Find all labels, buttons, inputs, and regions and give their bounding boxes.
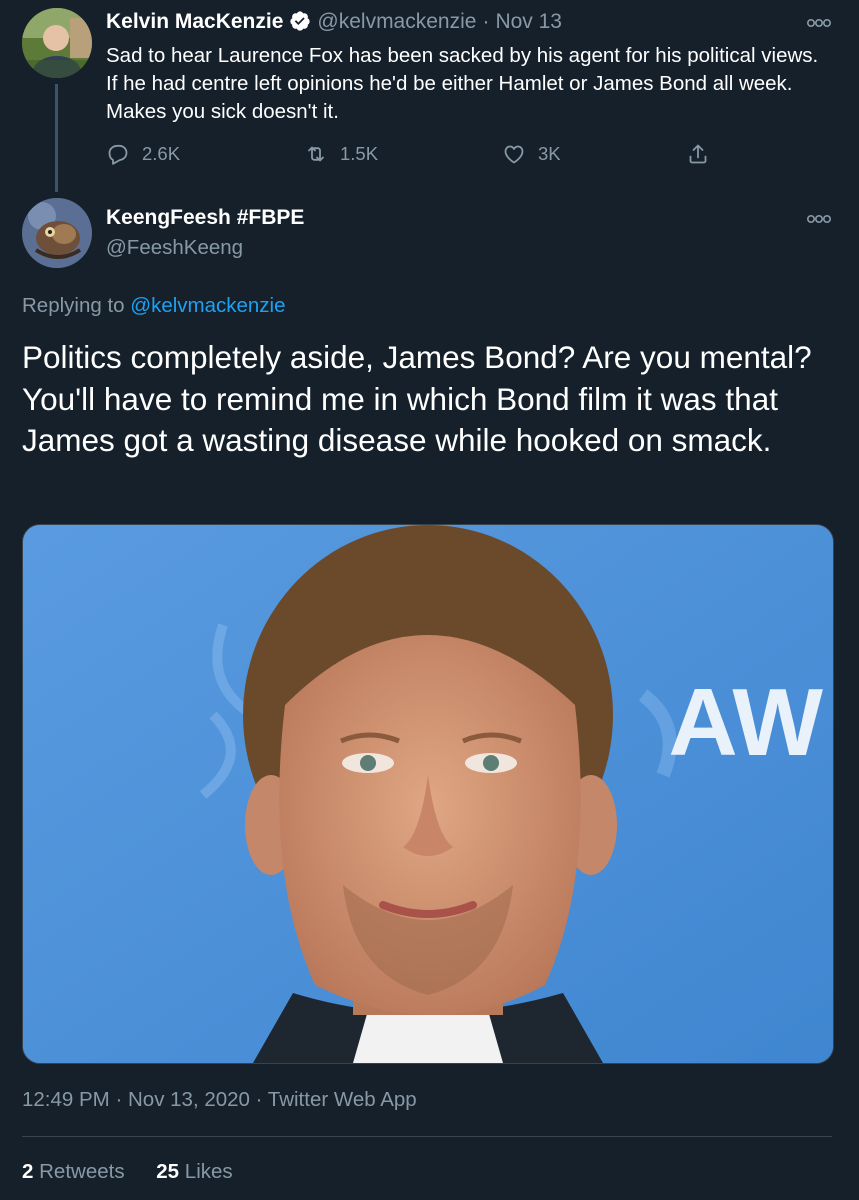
retweet-count: 1.5K xyxy=(340,143,379,164)
engagement-stats: 2 Retweets 25 Likes xyxy=(22,1160,233,1184)
retweets-label: Retweets xyxy=(39,1160,125,1183)
photo-portrait: AW xyxy=(23,525,833,1063)
reply-count: 2.6K xyxy=(142,143,181,164)
retweet-button[interactable]: 1.5K xyxy=(304,142,378,166)
tweet1-author-name[interactable]: Kelvin MacKenzie xyxy=(106,10,283,33)
verified-badge-icon xyxy=(290,11,311,31)
meta-separator: · xyxy=(115,1088,123,1111)
replying-to-prefix: Replying to xyxy=(22,294,131,317)
retweets-link[interactable]: 2 Retweets xyxy=(22,1160,125,1183)
reply-button[interactable]: 2.6K xyxy=(106,142,180,166)
photo-background-text: AW xyxy=(668,669,823,776)
tweet-photo[interactable]: AW xyxy=(22,524,834,1064)
retweets-count: 2 xyxy=(22,1160,34,1183)
avatar-image xyxy=(22,8,92,78)
like-button[interactable]: 3K xyxy=(502,142,561,166)
like-count: 3K xyxy=(538,143,561,164)
share-button[interactable] xyxy=(686,142,722,166)
replying-to-line: Replying to @kelvmackenzie xyxy=(22,294,286,318)
tweet-date[interactable]: Nov 13, 2020 xyxy=(128,1088,250,1111)
divider xyxy=(22,1136,832,1137)
tweet-time[interactable]: 12:49 PM xyxy=(22,1088,110,1111)
likes-link[interactable]: 25 Likes xyxy=(156,1160,232,1183)
reply-icon xyxy=(108,144,128,165)
tweet2-author-name[interactable]: KeengFeesh #FBPE xyxy=(106,206,304,230)
share-icon xyxy=(689,144,707,164)
tweet2-author-handle[interactable]: @FeeshKeeng xyxy=(106,236,243,260)
tweet1-text: Sad to hear Laurence Fox has been sacked… xyxy=(106,44,819,123)
avatar-kelvin-mackenzie[interactable] xyxy=(22,8,92,78)
meta-separator: · xyxy=(255,1088,263,1111)
likes-label: Likes xyxy=(184,1160,233,1183)
likes-count: 25 xyxy=(156,1160,180,1183)
tweet2-meta: 12:49 PM · Nov 13, 2020 · Twitter Web Ap… xyxy=(22,1088,417,1112)
avatar-keengfeesh[interactable] xyxy=(22,198,92,268)
thread-connector-line xyxy=(55,84,58,192)
avatar-image xyxy=(22,198,92,268)
tweet1-separator: · xyxy=(482,10,490,33)
tweet1-date[interactable]: Nov 13 xyxy=(495,10,562,33)
tweet-source[interactable]: Twitter Web App xyxy=(268,1088,417,1111)
tweet1-header: Kelvin MacKenzie @kelvmackenzie · Nov 13 xyxy=(106,10,562,34)
replying-to-link[interactable]: @kelvmackenzie xyxy=(130,294,285,317)
tweet2-text: Politics completely aside, James Bond? A… xyxy=(22,339,812,458)
more-icon[interactable] xyxy=(806,212,832,226)
tweet1-author-handle[interactable]: @kelvmackenzie xyxy=(317,10,476,33)
like-icon xyxy=(504,145,524,164)
retweet-icon xyxy=(308,146,324,162)
more-icon[interactable] xyxy=(806,16,832,30)
